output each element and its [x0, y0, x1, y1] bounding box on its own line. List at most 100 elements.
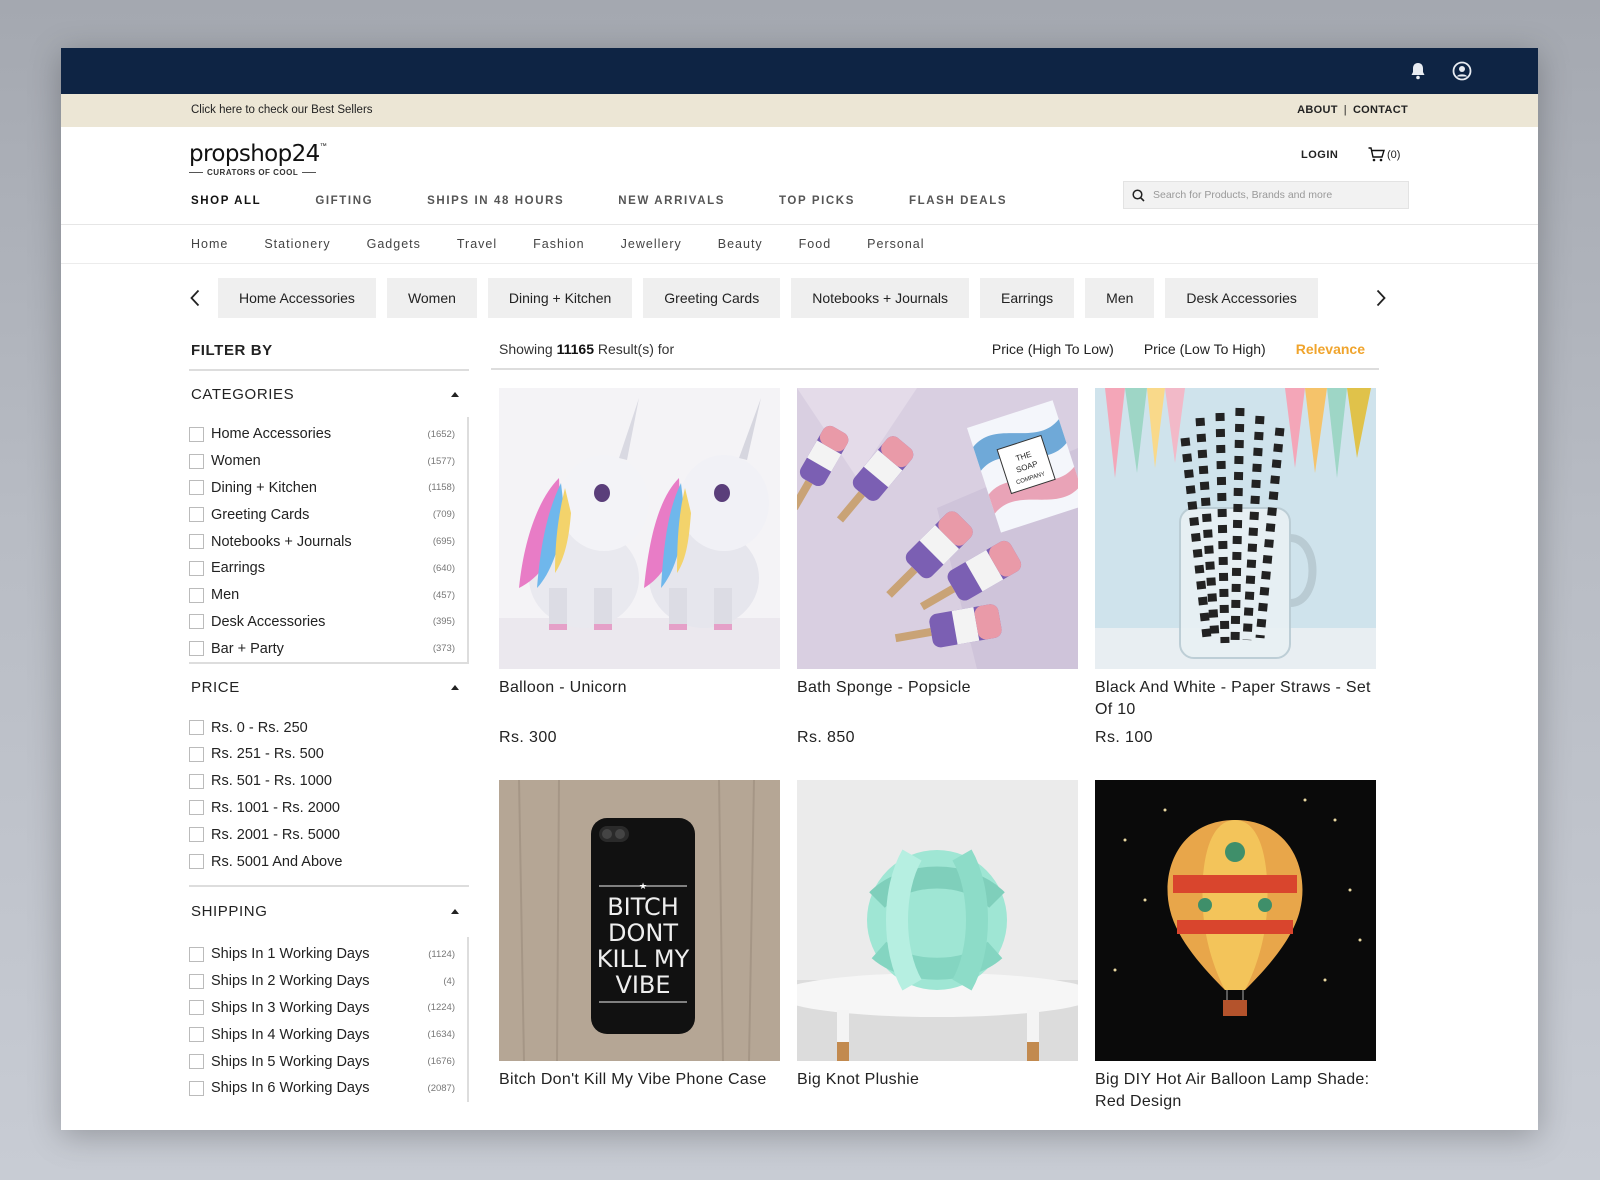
checkbox[interactable]	[189, 946, 204, 962]
chip-dining-kitchen[interactable]: Dining + Kitchen	[487, 278, 633, 318]
product-image[interactable]	[1095, 388, 1376, 669]
category-option[interactable]: Notebooks + Journals (695)	[189, 528, 467, 555]
checkbox[interactable]	[189, 587, 204, 603]
product-title[interactable]: Big DIY Hot Air Balloon Lamp Shade: Red …	[1095, 1069, 1376, 1113]
checkbox[interactable]	[189, 1080, 204, 1096]
best-sellers-link[interactable]: Click here to check our Best Sellers	[191, 104, 373, 116]
chip-women[interactable]: Women	[386, 278, 477, 318]
category-option[interactable]: Dining + Kitchen (1158)	[189, 475, 467, 502]
chevron-right-icon[interactable]	[1371, 286, 1391, 310]
contact-link[interactable]: CONTACT	[1353, 104, 1408, 116]
search-box[interactable]	[1123, 181, 1409, 209]
nav-flash-deals[interactable]: FLASH DEALS	[909, 195, 1007, 207]
about-link[interactable]: ABOUT	[1297, 104, 1338, 116]
nav-top-picks[interactable]: TOP PICKS	[779, 195, 855, 207]
checkbox[interactable]	[189, 1054, 204, 1070]
nav-new-arrivals[interactable]: NEW ARRIVALS	[618, 195, 725, 207]
shipping-option[interactable]: Ships In 4 Working Days (1634)	[189, 1021, 467, 1048]
checkbox[interactable]	[189, 720, 204, 736]
chip-earrings[interactable]: Earrings	[980, 278, 1075, 318]
checkbox[interactable]	[189, 507, 204, 523]
shipping-option[interactable]: Ships In 5 Working Days (1676)	[189, 1048, 467, 1075]
product-image[interactable]	[797, 780, 1078, 1061]
shipping-option[interactable]: Ships In 1 Working Days (1124)	[189, 941, 467, 968]
subnav-personal[interactable]: Personal	[867, 237, 924, 251]
sort-price-high-low[interactable]: Price (High To Low)	[992, 341, 1114, 357]
chip-home-accessories[interactable]: Home Accessories	[218, 278, 376, 318]
categories-list[interactable]: Home Accessories (1652) Women (1577) Dinin…	[189, 417, 469, 663]
brand-logo[interactable]: propshop24™ CURATORS OF COOL	[189, 141, 327, 177]
subnav-home[interactable]: Home	[191, 237, 228, 251]
cart-button[interactable]: (0)	[1368, 147, 1400, 162]
checkbox[interactable]	[189, 426, 204, 442]
checkbox[interactable]	[189, 800, 204, 816]
search-input[interactable]	[1153, 189, 1393, 201]
categories-header[interactable]: CATEGORIES	[189, 371, 469, 417]
category-option[interactable]: Greeting Cards (709)	[189, 501, 467, 528]
nav-ships-48[interactable]: SHIPS IN 48 HOURS	[427, 195, 564, 207]
product-title[interactable]: Big Knot Plushie	[797, 1069, 1078, 1113]
checkbox[interactable]	[189, 614, 204, 630]
chip-greeting-cards[interactable]: Greeting Cards	[643, 278, 781, 318]
checkbox[interactable]	[189, 854, 204, 870]
product-image[interactable]: THE SOAP COMPANY	[797, 388, 1078, 669]
checkbox[interactable]	[189, 1027, 204, 1043]
product-card[interactable]: Balloon - Unicorn Rs. 300	[499, 388, 780, 780]
product-title[interactable]: Bath Sponge - Popsicle	[797, 677, 1078, 721]
product-card[interactable]: Big Knot Plushie	[797, 780, 1078, 1130]
checkbox[interactable]	[189, 827, 204, 843]
login-link[interactable]: LOGIN	[1301, 149, 1338, 161]
category-option[interactable]: Men (457)	[189, 582, 467, 609]
shipping-option[interactable]: Ships In 2 Working Days (4)	[189, 968, 467, 995]
category-option[interactable]: Earrings (640)	[189, 555, 467, 582]
subnav-beauty[interactable]: Beauty	[718, 237, 763, 251]
subnav-stationery[interactable]: Stationery	[264, 237, 330, 251]
checkbox[interactable]	[189, 773, 204, 789]
category-option[interactable]: Bar + Party (373)	[189, 635, 467, 662]
price-option[interactable]: Rs. 2001 - Rs. 5000	[189, 821, 469, 848]
checkbox[interactable]	[189, 1000, 204, 1016]
subnav-jewellery[interactable]: Jewellery	[621, 237, 682, 251]
price-option[interactable]: Rs. 5001 And Above	[189, 848, 469, 875]
category-option[interactable]: Home Accessories (1652)	[189, 421, 467, 448]
shipping-header[interactable]: SHIPPING	[189, 887, 469, 937]
product-title[interactable]: Black And White - Paper Straws - Set Of …	[1095, 677, 1376, 721]
product-card[interactable]: Big DIY Hot Air Balloon Lamp Shade: Red …	[1095, 780, 1376, 1130]
checkbox[interactable]	[189, 534, 204, 550]
subnav-food[interactable]: Food	[799, 237, 832, 251]
product-image[interactable]	[499, 388, 780, 669]
subnav-gadgets[interactable]: Gadgets	[367, 237, 421, 251]
shipping-option[interactable]: Ships In 6 Working Days (2087)	[189, 1075, 467, 1102]
sort-price-low-high[interactable]: Price (Low To High)	[1144, 341, 1266, 357]
shipping-option[interactable]: Ships In 3 Working Days (1224)	[189, 995, 467, 1022]
price-header[interactable]: PRICE	[189, 664, 469, 710]
checkbox[interactable]	[189, 641, 204, 657]
user-circle-icon[interactable]	[1451, 60, 1473, 82]
chip-desk-accessories[interactable]: Desk Accessories	[1165, 278, 1318, 318]
category-option[interactable]: Desk Accessories (395)	[189, 609, 467, 636]
checkbox[interactable]	[189, 560, 204, 576]
subnav-travel[interactable]: Travel	[457, 237, 497, 251]
nav-shop-all[interactable]: SHOP ALL	[191, 195, 261, 207]
checkbox[interactable]	[189, 453, 204, 469]
nav-gifting[interactable]: GIFTING	[315, 195, 373, 207]
bell-icon[interactable]	[1407, 60, 1429, 82]
price-option[interactable]: Rs. 0 - Rs. 250	[189, 714, 469, 741]
chip-men[interactable]: Men	[1085, 278, 1155, 318]
chip-notebooks-journals[interactable]: Notebooks + Journals	[791, 278, 970, 318]
product-card[interactable]: THE SOAP COMPANY Bath Sponge - Popsicle …	[797, 388, 1078, 780]
sort-relevance[interactable]: Relevance	[1296, 341, 1365, 357]
price-option[interactable]: Rs. 501 - Rs. 1000	[189, 768, 469, 795]
product-card[interactable]: Black And White - Paper Straws - Set Of …	[1095, 388, 1376, 780]
category-option[interactable]: Women (1577)	[189, 448, 467, 475]
checkbox[interactable]	[189, 973, 204, 989]
checkbox[interactable]	[189, 746, 204, 762]
product-card[interactable]: ★ BITCH DONT KILL MY VIBE Bitch Don't Ki…	[499, 780, 780, 1130]
chevron-left-icon[interactable]	[185, 286, 205, 310]
product-title[interactable]: Bitch Don't Kill My Vibe Phone Case	[499, 1069, 780, 1113]
subnav-fashion[interactable]: Fashion	[533, 237, 584, 251]
product-title[interactable]: Balloon - Unicorn	[499, 677, 780, 721]
price-option[interactable]: Rs. 251 - Rs. 500	[189, 741, 469, 768]
price-option[interactable]: Rs. 1001 - Rs. 2000	[189, 795, 469, 822]
shipping-list[interactable]: Ships In 1 Working Days (1124) Ships In 2…	[189, 936, 469, 1102]
